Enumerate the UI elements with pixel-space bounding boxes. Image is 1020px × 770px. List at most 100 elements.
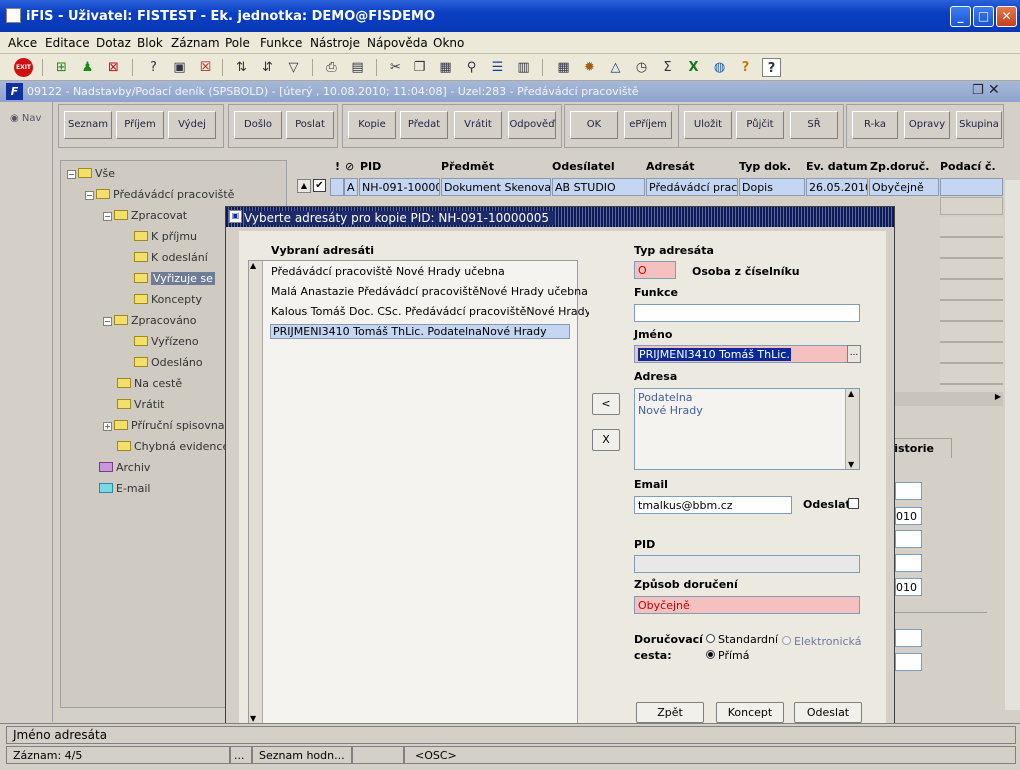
- funkce-field[interactable]: [634, 304, 860, 322]
- col-header[interactable]: Předmět: [441, 160, 494, 173]
- list-item[interactable]: Předávádcí pracoviště Nové Hrady učebna: [271, 265, 589, 278]
- odpoved-button[interactable]: Odpověď: [508, 111, 556, 139]
- menu-napoveda[interactable]: Nápověda: [367, 36, 428, 50]
- minimize-button[interactable]: _: [950, 6, 971, 27]
- sum-icon[interactable]: Σ: [658, 58, 677, 77]
- seznam-button[interactable]: Seznam: [64, 111, 112, 139]
- search-icon[interactable]: ⚲: [462, 58, 481, 77]
- tree-item[interactable]: − Vše: [67, 167, 115, 180]
- grid-cell[interactable]: NH-091-100000: [359, 178, 440, 196]
- sort-asc-icon[interactable]: ⇅: [232, 58, 251, 77]
- grid-cell[interactable]: Dopis: [739, 178, 805, 196]
- tree-item[interactable]: + Příruční spisovna: [103, 419, 225, 432]
- scroll-down-icon[interactable]: ▼: [250, 714, 256, 723]
- menu-dotaz[interactable]: Dotaz: [96, 36, 131, 50]
- right-field[interactable]: [895, 554, 922, 572]
- lov-button[interactable]: ...: [847, 345, 861, 363]
- col-header[interactable]: Zp.doruč.: [870, 160, 929, 173]
- tree-icon[interactable]: △: [606, 58, 625, 77]
- tree-item[interactable]: Chybná evidence: [117, 440, 229, 453]
- tree-item[interactable]: K odeslání: [134, 251, 208, 264]
- grid-cell[interactable]: 26.05.2010: [806, 178, 868, 196]
- cut-icon[interactable]: ✂: [386, 58, 405, 77]
- sort-desc-icon[interactable]: ⇵: [258, 58, 277, 77]
- predat-button[interactable]: Předat: [400, 111, 448, 139]
- koncept-button[interactable]: Koncept: [716, 702, 784, 723]
- person-add-icon[interactable]: ♟: [78, 58, 97, 77]
- grid-cell[interactable]: Dokument Skenovací p: [441, 178, 551, 196]
- move-left-button[interactable]: <: [592, 393, 620, 415]
- grid-cell[interactable]: Obyčejně: [869, 178, 939, 196]
- menu-blok[interactable]: Blok: [137, 36, 163, 50]
- col-header[interactable]: Typ dok.: [739, 160, 791, 173]
- scroll-up-icon[interactable]: ▲: [297, 179, 311, 193]
- opravy-button[interactable]: Opravy: [904, 111, 950, 139]
- form-close-icon[interactable]: ✕: [988, 82, 1000, 98]
- scroll-right-icon[interactable]: ▶: [995, 392, 1001, 401]
- row-checkbox[interactable]: ✔: [313, 179, 326, 192]
- print-preview-icon[interactable]: ▤: [348, 58, 367, 77]
- query-cancel-icon[interactable]: ☒: [196, 58, 215, 77]
- list-item[interactable]: Malá Anastazie Předávádcí pracovištěNové…: [271, 285, 589, 298]
- list-item-selected[interactable]: PRIJMENI3410 Tomáš ThLic. PodatelnaNové …: [270, 324, 570, 339]
- email-field[interactable]: tmalkus@bbm.cz: [634, 496, 792, 514]
- vertical-scrollbar[interactable]: [1005, 180, 1020, 710]
- clock-icon[interactable]: ◷: [632, 58, 651, 77]
- settings-icon[interactable]: ✹: [580, 58, 599, 77]
- doslo-button[interactable]: Došlo: [234, 111, 282, 139]
- right-field[interactable]: [895, 482, 922, 500]
- typ-adresata-field[interactable]: O: [634, 261, 676, 279]
- scroll-up-icon[interactable]: ▲: [250, 261, 256, 270]
- col-header[interactable]: Odesílatel: [552, 160, 615, 173]
- close-button[interactable]: ✕: [996, 6, 1017, 27]
- radio-elektronicka[interactable]: Elektronická: [782, 635, 861, 648]
- radio-prima[interactable]: Přímá: [706, 649, 749, 662]
- zpusob-field[interactable]: Obyčejně: [634, 596, 860, 614]
- filter-icon[interactable]: ▽: [284, 58, 303, 77]
- col-header[interactable]: PID: [360, 160, 381, 173]
- pujcit-button[interactable]: Půjčit: [736, 111, 784, 139]
- adresa-scrollbar[interactable]: ▲ ▼: [845, 389, 859, 469]
- restore-icon[interactable]: ❐: [972, 83, 984, 98]
- right-field[interactable]: [895, 629, 922, 647]
- jmeno-field[interactable]: PRIJMENI3410 Tomáš ThLic.: [634, 345, 848, 363]
- info-icon[interactable]: ?: [736, 58, 755, 77]
- grid-cell[interactable]: [330, 178, 344, 196]
- adresa-textarea[interactable]: Podatelna Nové Hrady ▲ ▼: [634, 388, 860, 470]
- col-header[interactable]: !: [335, 160, 340, 173]
- remove-button[interactable]: X: [592, 429, 620, 451]
- menu-zaznam[interactable]: Záznam: [171, 36, 220, 50]
- eprijem-button[interactable]: ePříjem: [624, 111, 672, 139]
- r-ka-button[interactable]: R-ka: [852, 111, 898, 139]
- calculator-icon[interactable]: ▦: [554, 58, 573, 77]
- tree-item[interactable]: Archiv: [99, 461, 150, 474]
- right-field[interactable]: [895, 653, 922, 671]
- zpet-button[interactable]: Zpět: [636, 702, 704, 723]
- poslat-button[interactable]: Poslat: [286, 111, 334, 139]
- right-date-field[interactable]: 010: [895, 507, 922, 525]
- col-header[interactable]: Podací č.: [940, 160, 996, 173]
- delete-record-icon[interactable]: ⊠: [104, 58, 123, 77]
- excel-icon[interactable]: X: [684, 58, 703, 77]
- col-header[interactable]: Adresát: [646, 160, 695, 173]
- pid-field[interactable]: [634, 555, 860, 573]
- prijem-button[interactable]: Příjem: [116, 111, 164, 139]
- tree-item[interactable]: Koncepty: [134, 293, 202, 306]
- nav-tab[interactable]: ◉ Nav: [10, 113, 41, 124]
- right-date-field[interactable]: 010: [895, 578, 922, 596]
- tree-item[interactable]: K příjmu: [134, 230, 197, 243]
- right-field[interactable]: [895, 530, 922, 548]
- exit-icon[interactable]: EXIT: [14, 58, 33, 77]
- odeslat-checkbox[interactable]: [848, 498, 859, 509]
- radio-standard[interactable]: Standardní: [706, 633, 778, 646]
- grid-cell[interactable]: AB STUDIO: [552, 178, 645, 196]
- skupina-button[interactable]: Skupina: [956, 111, 1002, 139]
- web-icon[interactable]: ◍: [710, 58, 729, 77]
- menu-akce[interactable]: Akce: [8, 36, 37, 50]
- help-icon[interactable]: ?: [762, 58, 781, 77]
- menu-funkce[interactable]: Funkce: [260, 36, 302, 50]
- tree-item[interactable]: Vrátit: [117, 398, 164, 411]
- query-icon[interactable]: ?: [144, 58, 163, 77]
- tree-item[interactable]: Vyřízeno: [134, 335, 199, 348]
- grid-cell[interactable]: A: [344, 178, 358, 196]
